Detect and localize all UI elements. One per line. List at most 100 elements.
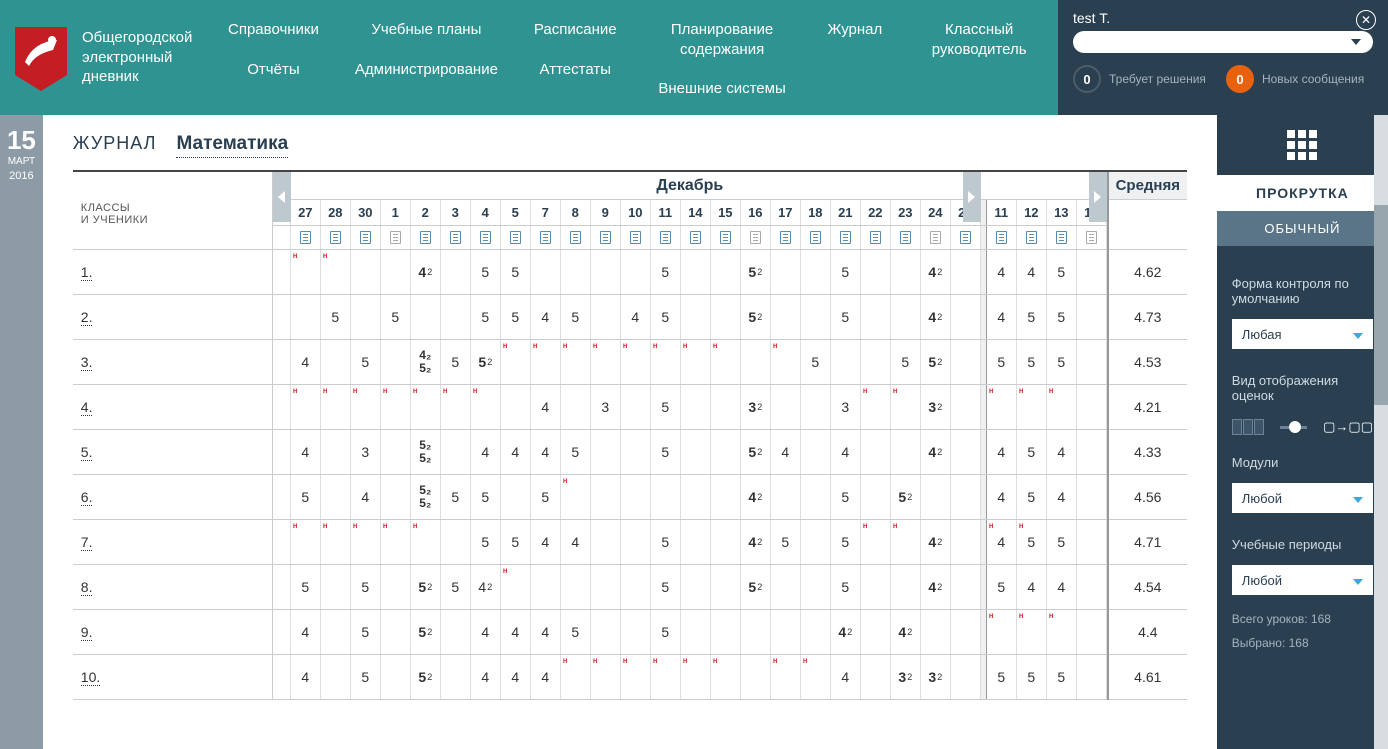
grade-cell[interactable] [681,565,711,609]
student-row[interactable]: 5. [73,430,272,475]
grade-cell[interactable]: 5 [987,655,1017,699]
grade-cell[interactable] [711,520,741,564]
grade-cell[interactable]: н4 [987,520,1017,564]
grade-cell[interactable]: 5 [471,250,501,294]
grade-cell[interactable]: н [891,520,921,564]
grade-cell[interactable]: 4 [291,340,321,384]
lesson-icon[interactable] [711,226,741,249]
grade-cell[interactable] [891,430,921,474]
grade-cell[interactable]: н [987,610,1017,654]
grade-cell[interactable]: 4 [291,610,321,654]
grade-cell[interactable]: 42 [921,520,951,564]
grade-cell[interactable] [321,610,351,654]
grade-cell[interactable]: 4 [987,430,1017,474]
lesson-icon[interactable] [621,226,651,249]
grade-cell[interactable]: н [411,385,441,429]
date-header[interactable]: 1 [381,200,411,225]
grade-cell[interactable] [531,565,561,609]
grade-cell[interactable] [801,385,831,429]
grade-cell[interactable]: 5 [1017,340,1047,384]
date-header[interactable]: 22 [861,200,891,225]
grade-cell[interactable]: 4 [531,655,561,699]
grade-cell[interactable]: 5 [381,295,411,339]
date-header[interactable]: 14 [681,200,711,225]
grade-cell[interactable]: 52 [471,340,501,384]
grade-cell[interactable]: 5 [651,385,681,429]
lesson-icon[interactable] [861,226,891,249]
date-header[interactable]: 9 [591,200,621,225]
lesson-icon[interactable] [741,226,771,249]
date-header[interactable]: 2 [411,200,441,225]
grade-cell[interactable] [681,250,711,294]
date-header[interactable]: 8 [561,200,591,225]
grade-cell[interactable]: 5 [651,295,681,339]
subject-selector[interactable]: Математика [176,133,288,158]
grade-cell[interactable] [651,475,681,519]
grade-cell[interactable] [921,475,951,519]
grade-cell[interactable] [441,430,471,474]
close-icon[interactable]: ✕ [1356,10,1376,30]
date-header[interactable]: 24 [921,200,951,225]
grade-cell[interactable] [531,250,561,294]
grade-cell[interactable]: 5 [987,340,1017,384]
grade-cell[interactable] [441,610,471,654]
student-row[interactable]: 4. [73,385,272,430]
grade-cell[interactable] [861,340,891,384]
grade-cell[interactable]: 42 [831,610,861,654]
grade-cell[interactable] [861,295,891,339]
grade-cell[interactable] [621,610,651,654]
grade-cell[interactable] [711,385,741,429]
date-header[interactable]: 28 [321,200,351,225]
grade-cell[interactable]: 5 [987,565,1017,609]
grade-cell[interactable]: 5₂5₂ [411,475,441,519]
student-row[interactable]: 8. [73,565,272,610]
next-month-button[interactable] [963,172,981,222]
date-header[interactable]: 4 [471,200,501,225]
grade-cell[interactable]: н [321,520,351,564]
date-header[interactable]: 13 [1047,200,1077,225]
grade-cell[interactable]: 5 [651,520,681,564]
grade-cell[interactable]: 5 [561,610,591,654]
grade-cell[interactable]: 3 [831,385,861,429]
lesson-icon[interactable] [681,226,711,249]
grade-cell[interactable] [951,475,981,519]
modules-select[interactable]: Любой [1232,483,1373,513]
grade-cell[interactable] [711,475,741,519]
grade-cell[interactable] [321,475,351,519]
grade-cell[interactable]: 5 [561,295,591,339]
grade-cell[interactable]: 4 [621,295,651,339]
grade-cell[interactable]: 5 [321,295,351,339]
grade-cell[interactable]: 4 [531,610,561,654]
grade-cell[interactable]: н [351,385,381,429]
grade-cell[interactable] [741,340,771,384]
grade-cell[interactable] [711,250,741,294]
grade-cell[interactable] [321,430,351,474]
grade-cell[interactable] [771,385,801,429]
grade-cell[interactable]: 5 [1017,655,1047,699]
grade-cell[interactable] [621,385,651,429]
grade-cell[interactable]: 5 [651,250,681,294]
grade-cell[interactable] [681,610,711,654]
grade-cell[interactable] [1077,385,1107,429]
grade-cell[interactable] [951,430,981,474]
grade-cell[interactable] [801,520,831,564]
grade-cell[interactable]: 42 [741,475,771,519]
grade-cell[interactable] [951,520,981,564]
grade-cell[interactable]: 5 [1047,520,1077,564]
grade-cell[interactable] [621,250,651,294]
grade-cell[interactable]: 3 [351,430,381,474]
grade-cell[interactable]: 4 [987,475,1017,519]
grade-cell[interactable]: 5 [1017,475,1047,519]
nav-external-systems[interactable]: Внешние системы [658,79,785,99]
grade-cell[interactable]: 32 [921,655,951,699]
grade-cell[interactable]: н [531,340,561,384]
grade-cell[interactable]: 4 [1047,430,1077,474]
grade-cell[interactable]: 52 [741,565,771,609]
grade-cell[interactable]: н [1047,610,1077,654]
grade-cell[interactable] [801,295,831,339]
messages-counter[interactable]: 0 Новых сообщения [1226,65,1364,93]
grade-cell[interactable] [801,250,831,294]
grade-cell[interactable] [411,295,441,339]
periods-select[interactable]: Любой [1232,565,1373,595]
grade-cell[interactable] [921,610,951,654]
